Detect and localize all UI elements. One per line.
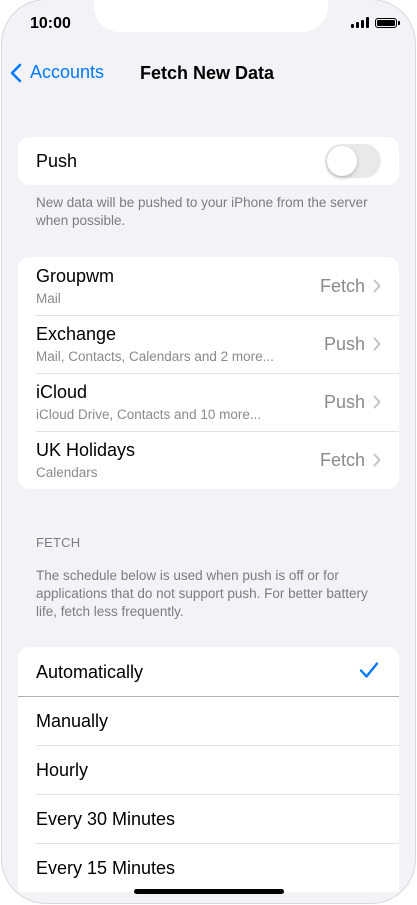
account-name: UK Holidays [36,440,136,460]
fetch-option-label: Hourly [36,760,89,780]
checkmark-icon [359,662,379,678]
account-mode: Push [323,392,365,412]
fetch-options-group: Automatically Manually Hourly Every 30 M… [18,647,399,892]
fetch-option-automatically[interactable]: Automatically [18,647,399,697]
fetch-option-every-30-minutes[interactable]: Every 30 Minutes [18,794,399,843]
fetch-option-label: Automatically [36,662,144,682]
fetch-option-label: Manually [36,711,109,731]
accounts-group: Groupwm Mail Fetch Exchange Mail, Contac… [18,257,399,489]
chevron-right-icon [373,337,381,351]
account-mode: Fetch [319,276,365,296]
chevron-right-icon [373,279,381,293]
back-button[interactable]: Accounts [10,62,104,83]
fetch-option-label: Every 15 Minutes [36,858,176,878]
notch [94,0,328,32]
fetch-option-manually[interactable]: Manually [18,696,399,745]
home-indicator[interactable] [134,889,284,894]
account-detail: Mail [36,291,61,306]
account-detail: Mail, Contacts, Calendars and 2 more... [36,349,274,364]
battery-icon [375,17,400,28]
page-title: Fetch New Data [140,63,275,83]
push-group: Push [18,137,399,185]
push-label: Push [36,151,78,171]
toggle-knob [327,146,357,176]
status-time: 10:00 [30,15,71,32]
signal-icon [351,17,369,28]
navigation-bar: Accounts Fetch New Data [2,56,415,92]
account-mode: Push [323,334,365,354]
account-row-exchange[interactable]: Exchange Mail, Contacts, Calendars and 2… [18,315,399,373]
status-icons [351,17,400,28]
chevron-right-icon [373,395,381,409]
account-row-uk-holidays[interactable]: UK Holidays Calendars Fetch [18,431,399,489]
back-label: Accounts [30,62,105,82]
account-row-icloud[interactable]: iCloud iCloud Drive, Contacts and 10 mor… [18,373,399,431]
fetch-description: The schedule below is used when push is … [36,568,368,619]
account-mode: Fetch [319,450,365,470]
account-name: Groupwm [36,266,115,286]
push-row: Push [18,137,399,185]
fetch-option-every-15-minutes[interactable]: Every 15 Minutes [18,843,399,892]
account-name: iCloud [36,382,88,402]
fetch-option-label: Every 30 Minutes [36,809,176,829]
phone-screen: 10:00 Accounts Fetch New Data Push New d… [2,0,415,903]
fetch-header: FETCH [36,535,81,550]
account-name: Exchange [36,324,117,344]
chevron-right-icon [373,453,381,467]
chevron-left-icon [10,63,22,82]
fetch-option-hourly[interactable]: Hourly [18,745,399,794]
account-detail: iCloud Drive, Contacts and 10 more... [36,407,262,422]
account-row-groupwm[interactable]: Groupwm Mail Fetch [18,257,399,315]
account-detail: Calendars [36,465,98,480]
push-toggle[interactable] [325,144,381,178]
push-footnote: New data will be pushed to your iPhone f… [36,195,368,228]
